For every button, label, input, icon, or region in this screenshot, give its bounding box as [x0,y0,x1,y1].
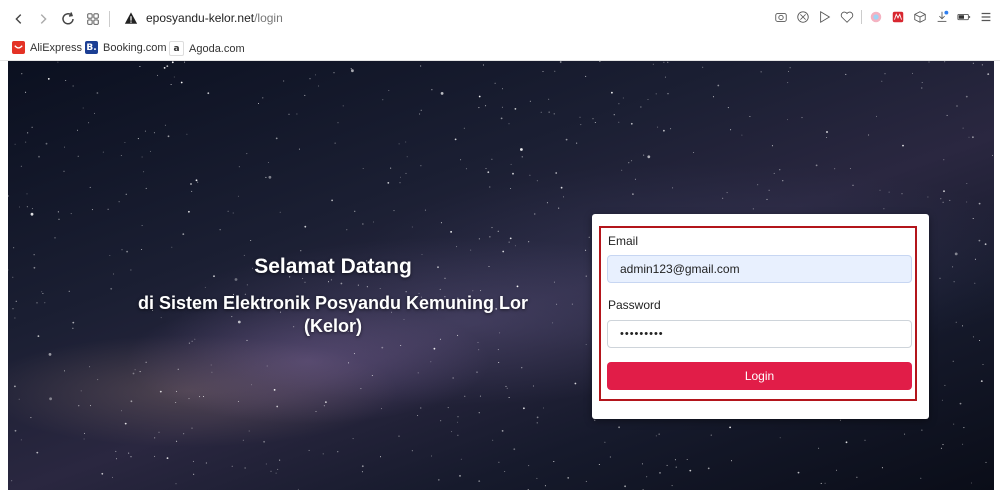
block-icon[interactable] [795,9,811,25]
download-icon[interactable] [934,9,950,25]
bookmark-aliexpress[interactable]: AliExpress [12,41,82,54]
aliexpress-icon [12,41,25,54]
welcome-title: Selamat Datang [254,255,412,278]
not-secure-warning-icon[interactable] [124,11,138,25]
browser-toolbar: eposyandu-kelor.net/login [0,0,1000,38]
toolbar-divider [109,11,110,27]
booking-icon: B. [85,41,98,54]
cube-icon[interactable] [912,9,928,25]
battery-icon[interactable] [956,9,972,25]
tab-strip [204,0,604,3]
bookmark-agoda[interactable]: a Agoda.com [169,41,245,56]
login-page-background: Selamat Datang di Sistem Elektronik Posy… [8,61,994,490]
speed-dial-icon[interactable] [86,9,100,29]
login-button[interactable]: Login [607,362,912,390]
bookmark-label: Agoda.com [189,42,245,55]
extension-colorful-icon[interactable] [868,9,884,25]
address-bar[interactable]: eposyandu-kelor.net/login [146,11,283,25]
welcome-subtitle: di Sistem Elektronik Posyandu Kemuning L… [8,292,658,338]
login-card: Email admin123@gmail.com Password ••••••… [592,214,929,419]
icons-divider [861,10,862,24]
email-field[interactable]: admin123@gmail.com [607,255,912,283]
bookmark-booking[interactable]: B. Booking.com [85,41,167,54]
extension-red-icon[interactable] [890,9,906,25]
bookmarks-bar: AliExpress B. Booking.com a Agoda.com [0,38,1000,61]
back-icon[interactable] [12,9,26,29]
url-host: eposyandu-kelor.net [146,11,255,25]
welcome-subtitle-line2: (Kelor) [304,316,362,336]
forward-icon[interactable] [36,9,50,29]
bookmark-label: AliExpress [30,41,82,54]
url-path: /login [254,11,283,25]
agoda-icon: a [169,41,184,56]
menu-icon[interactable] [978,9,994,25]
heart-icon[interactable] [839,9,855,25]
welcome-subtitle-line1: di Sistem Elektronik Posyandu Kemuning L… [137,293,529,313]
email-label: Email [608,234,639,248]
camera-icon[interactable] [773,9,789,25]
password-label: Password [608,298,661,312]
password-field[interactable]: ••••••••• [607,320,912,348]
toolbar-right-icons [773,9,994,25]
flow-icon[interactable] [817,9,833,25]
bookmark-label: Booking.com [103,41,167,54]
reload-icon[interactable] [60,9,76,29]
